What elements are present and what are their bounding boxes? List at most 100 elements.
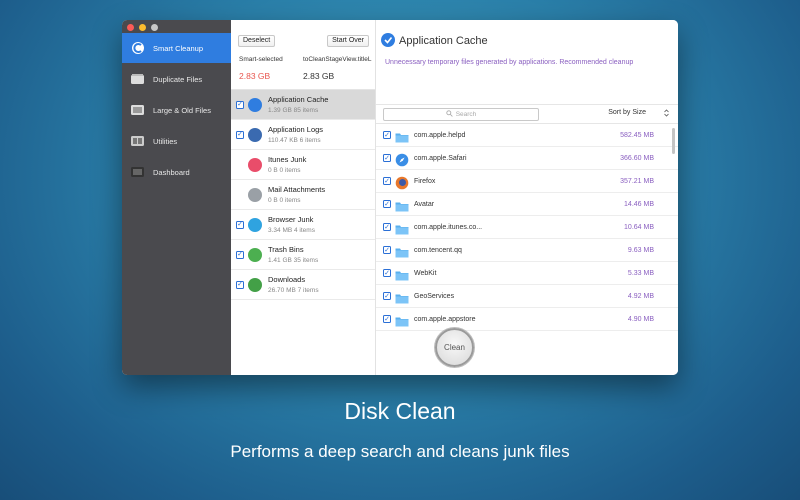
category-list: ✓ Application Cache 1.39 GB 85 items ✓ Appli… — [231, 90, 375, 300]
category-stats: 0 B 0 items — [268, 197, 301, 204]
file-row[interactable]: ✓ GeoServices 4.92 MB — [376, 285, 678, 308]
file-checkbox[interactable]: ✓ — [383, 223, 391, 231]
file-checkbox[interactable]: ✓ — [383, 292, 391, 300]
application-cache-icon — [248, 97, 262, 112]
file-size: 4.90 MB — [627, 315, 654, 323]
scrollbar[interactable] — [672, 128, 675, 154]
folder-icon — [395, 291, 409, 303]
file-row[interactable]: ✓ Avatar 14.46 MB — [376, 193, 678, 216]
search-placeholder: Search — [455, 111, 477, 118]
zoom-button[interactable] — [151, 24, 158, 31]
smart-selected-label: Smart-selected — [239, 56, 283, 63]
category-item[interactable]: ✓ Browser Junk 3.34 MB 4 items — [231, 210, 375, 240]
file-name: com.apple.Safari — [414, 154, 467, 162]
caption-title: Disk Clean — [344, 398, 456, 424]
sidebar-item-label: Dashboard — [153, 167, 190, 177]
minimize-button[interactable] — [139, 24, 146, 31]
file-checkbox[interactable]: ✓ — [383, 154, 391, 162]
file-size: 5.33 MB — [627, 269, 654, 277]
caption-subtitle: Performs a deep search and cleans junk f… — [230, 442, 570, 461]
category-stats: 0 B 0 items — [268, 167, 301, 174]
category-item[interactable]: ✓ Application Logs 110.47 KB 6 items — [231, 120, 375, 150]
category-item[interactable]: Itunes Junk 0 B 0 items — [231, 150, 375, 180]
category-item[interactable]: ✓ Application Cache 1.39 GB 85 items — [231, 90, 375, 120]
detail-title: Application Cache — [399, 35, 488, 47]
file-name: com.apple.itunes.co... — [414, 223, 483, 231]
file-checkbox[interactable]: ✓ — [383, 246, 391, 254]
file-row[interactable]: ✓ com.apple.appstore 4.90 MB — [376, 308, 678, 331]
file-checkbox[interactable]: ✓ — [383, 315, 391, 323]
category-checkbox[interactable] — [236, 191, 244, 199]
folder-icon — [395, 130, 409, 142]
file-row[interactable]: ✓ Firefox 357.21 MB — [376, 170, 678, 193]
category-text: Trash Bins 1.41 GB 35 items — [268, 245, 318, 264]
file-row[interactable]: ✓ com.apple.Safari 366.60 MB — [376, 147, 678, 170]
category-text: Downloads 26.70 MB 7 items — [268, 275, 319, 294]
category-checkbox[interactable]: ✓ — [236, 220, 244, 229]
category-text: Mail Attachments 0 B 0 items — [268, 185, 325, 204]
itunes-icon — [248, 157, 262, 172]
file-name: com.apple.helpd — [414, 131, 466, 139]
category-checkbox[interactable]: ✓ — [236, 130, 244, 139]
sort-dropdown[interactable]: Sort by Size — [608, 109, 669, 119]
search-input[interactable]: Search — [383, 108, 539, 121]
file-size: 4.92 MB — [627, 292, 654, 300]
deselect-button[interactable]: Deselect — [238, 35, 276, 47]
category-item[interactable]: ✓ Downloads 26.70 MB 7 items — [231, 270, 375, 300]
file-row[interactable]: ✓ com.apple.helpd 582.45 MB — [376, 124, 678, 147]
category-checkbox[interactable]: ✓ — [236, 250, 244, 259]
category-name: Trash Bins — [268, 245, 304, 254]
sidebar-item-label: Duplicate Files — [153, 74, 203, 84]
sidebar-item-dashboard[interactable]: Dashboard — [122, 157, 231, 187]
browser-icon — [248, 217, 262, 232]
trash-icon — [248, 247, 262, 262]
application-logs-icon — [248, 127, 262, 142]
category-stats: 3.34 MB 4 items — [268, 227, 315, 234]
sidebar-item-smart-cleanup[interactable]: Smart Cleanup — [122, 33, 231, 63]
duplicate-files-icon — [130, 73, 145, 86]
detail-panel: Application Cache Unnecessary temporary … — [376, 20, 678, 375]
file-list: ✓ com.apple.helpd 582.45 MB ✓ com.apple.Safa… — [376, 124, 678, 331]
folder-icon — [395, 222, 409, 234]
category-stats: 1.41 GB 35 items — [268, 257, 319, 264]
chevron-updown-icon — [664, 109, 669, 119]
file-size: 10.64 MB — [624, 223, 654, 231]
file-checkbox[interactable]: ✓ — [383, 131, 391, 139]
file-size: 9.63 MB — [627, 246, 654, 254]
category-text: Itunes Junk 0 B 0 items — [268, 155, 306, 174]
detail-description: Unnecessary temporary files generated by… — [385, 59, 634, 66]
summary-header: Deselect Start Over Smart-selected toCle… — [231, 20, 375, 90]
search-icon — [446, 110, 453, 119]
to-clean-label: toCleanStageView.titleL — [303, 56, 372, 63]
file-row[interactable]: ✓ com.tencent.qq 9.63 MB — [376, 239, 678, 262]
folder-icon — [395, 314, 409, 326]
category-checkbox[interactable]: ✓ — [236, 280, 244, 289]
file-name: Firefox — [414, 177, 436, 185]
clean-button[interactable]: Clean — [435, 328, 474, 367]
category-name: Application Cache — [268, 95, 329, 104]
folder-icon — [395, 268, 409, 280]
sort-label: Sort by Size — [608, 109, 646, 116]
sidebar-item-large-old-files[interactable]: Large & Old Files — [122, 95, 231, 125]
file-row[interactable]: ✓ WebKit 5.33 MB — [376, 262, 678, 285]
window-controls — [122, 20, 231, 32]
dashboard-icon — [130, 166, 145, 179]
firefox-icon — [395, 176, 409, 189]
sidebar-item-duplicate-files[interactable]: Duplicate Files — [122, 64, 231, 94]
file-row[interactable]: ✓ com.apple.itunes.co... 10.64 MB — [376, 216, 678, 239]
close-button[interactable] — [127, 24, 134, 31]
category-name: Downloads — [268, 275, 306, 284]
category-checkbox[interactable]: ✓ — [236, 100, 244, 109]
folder-icon — [395, 199, 409, 211]
category-item[interactable]: ✓ Trash Bins 1.41 GB 35 items — [231, 240, 375, 270]
file-size: 582.45 MB — [620, 131, 654, 139]
smart-cleanup-icon — [130, 42, 145, 55]
file-checkbox[interactable]: ✓ — [383, 177, 391, 185]
sidebar-item-utilities[interactable]: Utilities — [122, 126, 231, 156]
start-over-button[interactable]: Start Over — [327, 35, 369, 47]
downloads-icon — [248, 277, 262, 292]
file-checkbox[interactable]: ✓ — [383, 269, 391, 277]
file-checkbox[interactable]: ✓ — [383, 200, 391, 208]
category-item[interactable]: Mail Attachments 0 B 0 items — [231, 180, 375, 210]
category-checkbox[interactable] — [236, 161, 244, 169]
